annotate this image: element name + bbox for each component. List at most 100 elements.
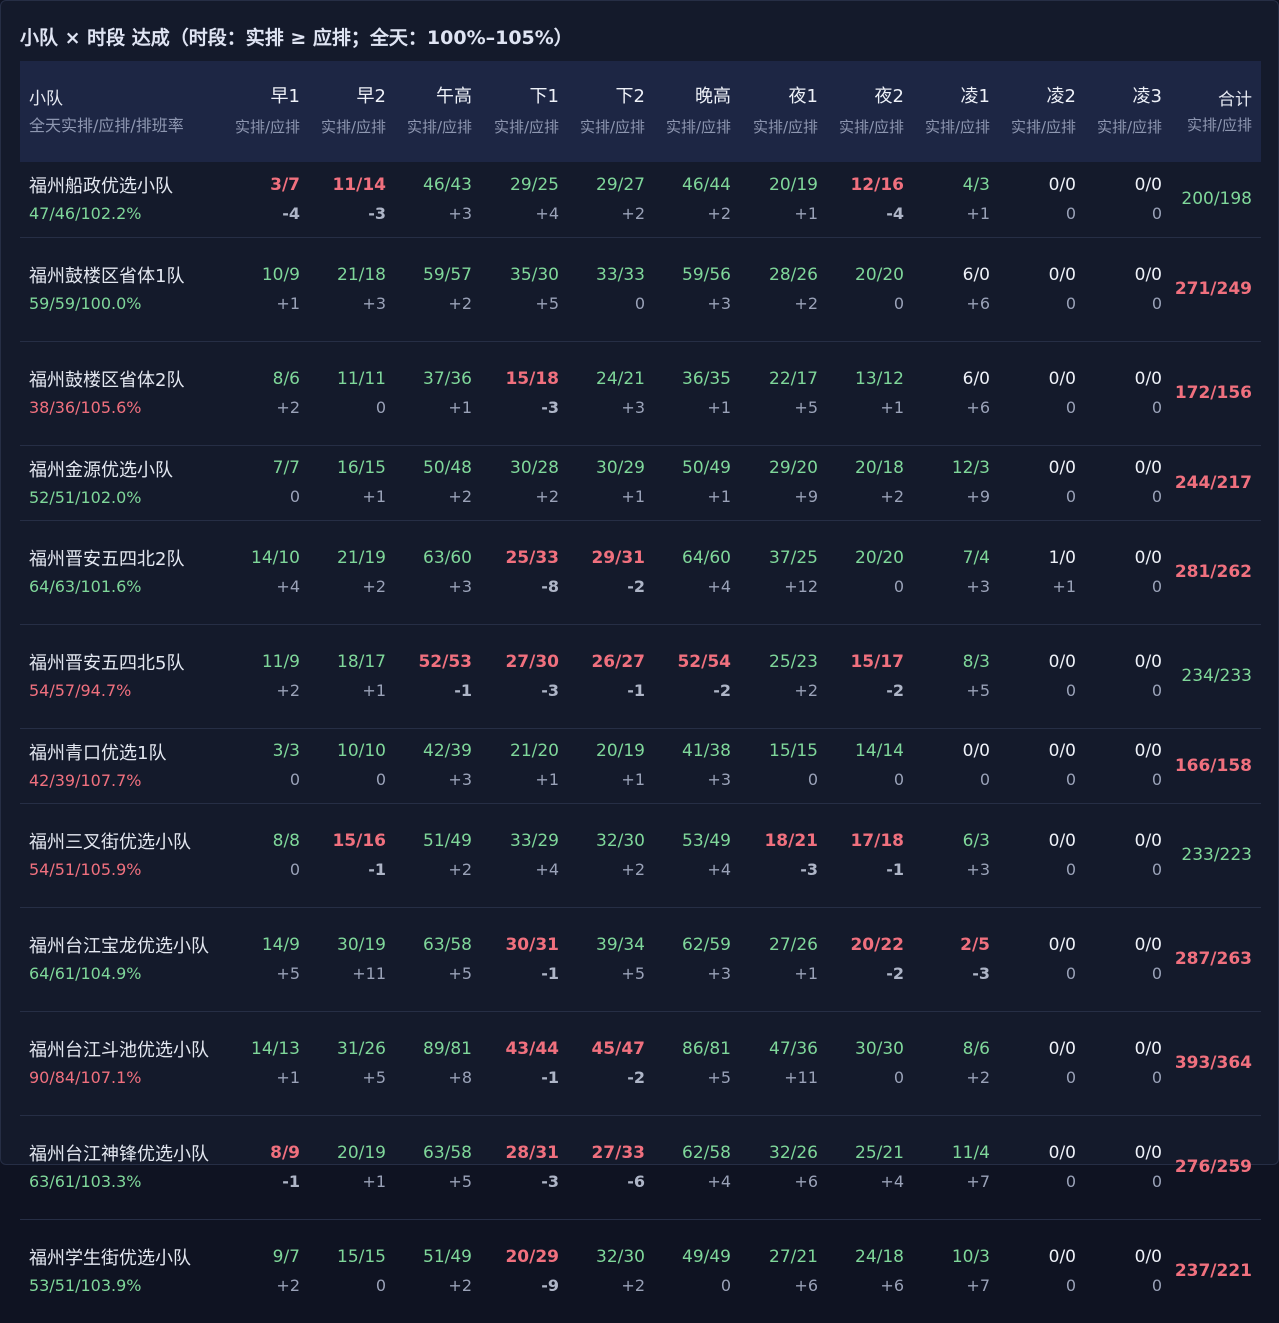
team-summary: 90/84/107.1% [29,1068,142,1087]
slot-diff: +5 [535,293,559,313]
slot-value: 9/7 [272,1246,300,1267]
slot-diff: +2 [966,1067,990,1087]
slot-value: 63/58 [423,934,472,955]
slot-cell: 3/3 0 [221,728,309,803]
slot-value: 10/9 [261,264,300,285]
total-cell: 166/158 [1174,755,1252,776]
slot-value: 64/60 [682,547,731,568]
slot-diff: +11 [352,963,386,983]
slot-cell: 14/9 +5 [221,907,309,1011]
slot-diff: 0 [375,1275,386,1295]
slot-diff: 0 [1065,487,1076,506]
slot-diff: 0 [1151,576,1162,596]
slot-diff: +2 [621,859,645,879]
slot-value: 51/49 [423,1246,472,1267]
slot-cell: 59/56 +3 [654,237,740,341]
slot-diff: +1 [448,397,472,417]
achievement-table: 小队 全天实排/应排/排班率 早1 实排/应排 早2 实排/应排 午高 实排/应排 下1 实排… [20,61,1261,1323]
team-name: 福州台江宝龙优选小队 [29,936,209,957]
slot-cell: 63/60 +3 [395,520,481,624]
slot-diff: +2 [276,1275,300,1295]
slot-value: 24/21 [596,368,645,389]
slot-value: 53/49 [682,830,731,851]
slot-cell: 47/36 +11 [740,1011,827,1115]
slot-cell: 25/23 +2 [740,624,827,728]
total-cell: 276/259 [1174,1157,1252,1177]
team-cell: 福州船政优选小队 47/46/102.2% [20,162,221,237]
slot-diff: +2 [448,293,472,313]
slot-cell: 62/59 +3 [654,907,740,1011]
slot-value: 27/33 [591,1142,645,1163]
slot-value: 31/26 [337,1038,386,1059]
slot-cell: 29/20 +9 [740,445,827,520]
slot-diff: +4 [707,1171,731,1191]
slot-cell: 36/35 +1 [654,341,740,445]
table-row: 福州晋安五四北5队 54/57/94.7% 11/9 +2 18/17 +1 52/53 -1… [20,624,1261,728]
team-cell: 福州台江宝龙优选小队 64/61/104.9% [20,907,221,1011]
header-slot-label: 早1 [270,85,300,107]
header-slot-label: 下1 [529,85,559,107]
header-slot: 下2 实排/应排 [568,61,654,162]
header-slot: 凌2 实排/应排 [999,61,1085,162]
slot-cell: 6/3 +3 [913,803,999,907]
slot-cell: 42/39 +3 [395,728,481,803]
slot-value: 15/15 [769,741,818,761]
slot-value: 0/0 [1134,174,1162,195]
slot-diff: 0 [1151,963,1162,983]
slot-diff: 0 [1065,680,1076,700]
slot-cell: 0/0 0 [999,162,1085,237]
slot-diff: 0 [375,397,386,417]
slot-value: 50/48 [423,458,472,478]
slot-value: 0/0 [1134,1142,1162,1163]
slot-value: 17/18 [850,830,904,851]
slot-diff: +6 [966,397,990,417]
slot-diff: 0 [893,770,904,789]
slot-cell: 17/18 -1 [827,803,913,907]
slot-value: 1/0 [1048,547,1076,568]
total-cell: 393/364 [1174,1053,1252,1073]
slot-cell: 22/17 +5 [740,341,827,445]
slot-cell: 0/0 0 [999,1011,1085,1115]
team-summary: 54/51/105.9% [29,860,142,879]
slot-value: 0/0 [1134,547,1162,568]
slot-cell: 12/3 +9 [913,445,999,520]
slot-diff: 0 [1151,203,1162,223]
slot-diff: +4 [707,859,731,879]
slot-cell: 0/0 0 [1085,803,1171,907]
slot-cell: 25/33 -8 [481,520,568,624]
slot-cell: 20/19 +1 [568,728,654,803]
slot-value: 29/31 [591,547,645,568]
slot-cell: 11/14 -3 [309,162,395,237]
slot-cell: 0/0 0 [1085,520,1171,624]
slot-diff: +4 [535,859,559,879]
slot-value: 8/8 [272,830,300,851]
slot-cell: 10/9 +1 [221,237,309,341]
slot-value: 32/30 [596,1246,645,1267]
slot-value: 21/20 [510,741,559,761]
slot-diff: +11 [784,1067,818,1087]
slot-value: 62/59 [682,934,731,955]
slot-cell: 20/29 -9 [481,1219,568,1323]
slot-value: 14/9 [261,934,300,955]
slot-value: 0/0 [1048,741,1076,761]
slot-cell: 18/21 -3 [740,803,827,907]
slot-cell: 8/9 -1 [221,1115,309,1219]
slot-cell: 21/20 +1 [481,728,568,803]
slot-cell: 0/0 0 [1085,624,1171,728]
slot-value: 4/3 [962,174,990,195]
slot-cell: 39/34 +5 [568,907,654,1011]
total-cell: 233/223 [1181,845,1252,865]
slot-cell: 51/49 +2 [395,803,481,907]
team-summary: 52/51/102.0% [29,487,142,507]
slot-value: 0/0 [1134,934,1162,955]
slot-cell: 18/17 +1 [309,624,395,728]
total-cell: 200/198 [1181,189,1252,210]
header-slot-sublabel: 实排/应排 [752,117,818,136]
slot-cell: 30/31 -1 [481,907,568,1011]
table-row: 福州金源优选小队 52/51/102.0% 7/7 0 16/15 +1 50/48 +2 30… [20,445,1261,520]
header-slot: 夜2 实排/应排 [827,61,913,162]
slot-cell: 24/18 +6 [827,1219,913,1323]
slot-cell: 1/0 +1 [999,520,1085,624]
slot-cell: 25/21 +4 [827,1115,913,1219]
slot-value: 25/21 [855,1142,904,1163]
